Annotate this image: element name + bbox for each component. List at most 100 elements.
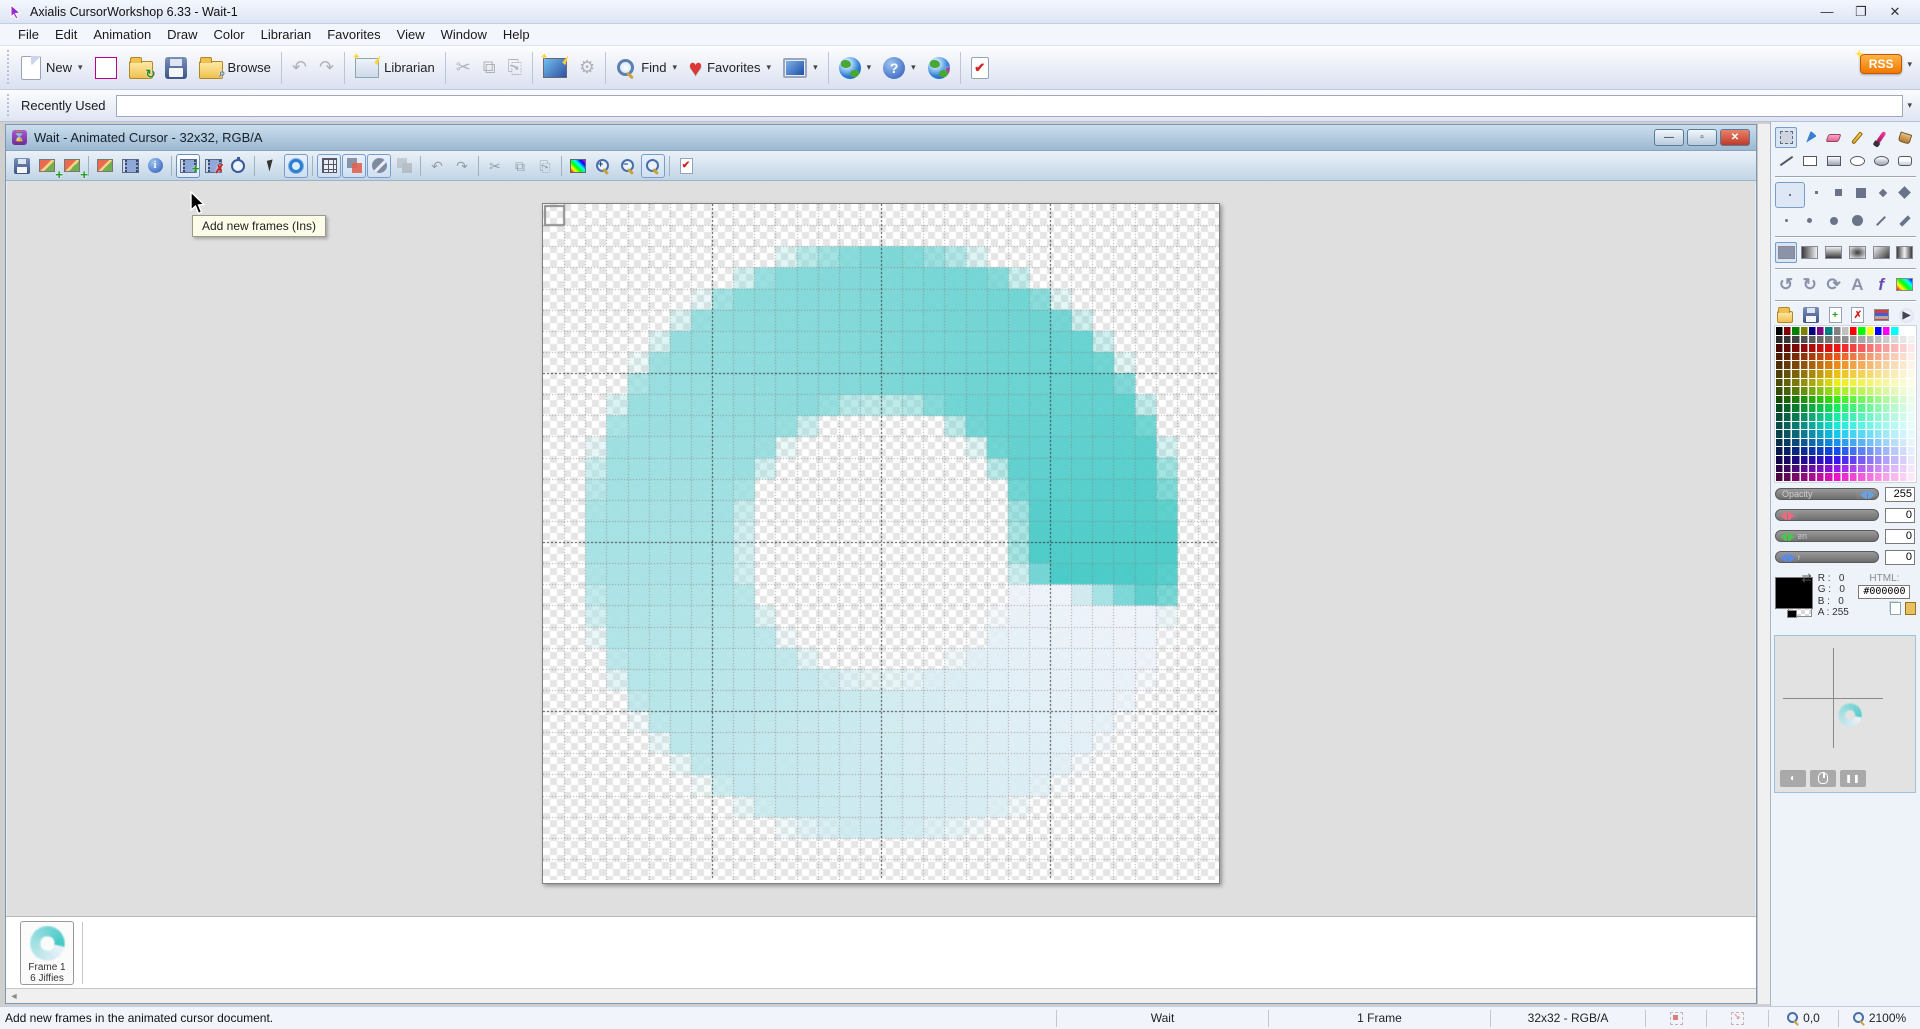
menu-item-color[interactable]: Color [206,25,253,44]
palette-swatch-6-7[interactable] [1834,387,1841,395]
fill-tool[interactable] [1894,127,1916,148]
zoom-in-button[interactable]: + [591,154,615,178]
palette-swatch-0-12[interactable] [1875,336,1882,344]
palette-swatch-7-11[interactable] [1867,396,1874,404]
palette-swatch-9-12[interactable] [1875,413,1882,421]
palette-swatch-15-2[interactable] [1792,465,1799,473]
palette-swatch-14-12[interactable] [1875,456,1882,464]
palette-swatch-5-3[interactable] [1801,379,1808,387]
download-button[interactable]: ⬇ [922,50,956,86]
palette-save-icon[interactable] [1803,307,1819,323]
palette-swatch-1-6[interactable] [1825,344,1832,352]
palette-swatch-8-3[interactable] [1801,404,1808,412]
palette-swatch-3-3[interactable] [1801,361,1808,369]
palette-swatch-1-2[interactable] [1792,344,1799,352]
palette-swatch-14-14[interactable] [1891,456,1898,464]
palette-swatch-15-1[interactable] [1784,465,1791,473]
doc-cut-button[interactable]: ✂ [483,154,507,178]
fill-solid[interactable] [1775,242,1797,263]
palette-swatch-9-0[interactable] [1776,413,1783,421]
palette-swatch-4-12[interactable] [1875,370,1882,378]
palette-swatch-2-15[interactable] [1900,353,1907,361]
palette-swatch-3-16[interactable] [1908,361,1915,369]
palette-swatch-10-11[interactable] [1867,422,1874,430]
palette-swatch-1-16[interactable] [1908,344,1915,352]
palette-swatch-4-15[interactable] [1900,370,1907,378]
palette-swatch-8-13[interactable] [1883,404,1890,412]
palette-swatch-8-2[interactable] [1792,404,1799,412]
palette-swatch-9-10[interactable] [1858,413,1865,421]
palette-swatch-11-13[interactable] [1883,430,1890,438]
palette-swatch-6-3[interactable] [1801,387,1808,395]
green-value[interactable] [1885,529,1915,544]
palette-swatch-0-6[interactable] [1825,336,1832,344]
palette-swatch-3-5[interactable] [1817,361,1824,369]
palette-swatch-1-14[interactable] [1891,344,1898,352]
palette-swatch-3-7[interactable] [1834,361,1841,369]
palette-swatch-16-6[interactable] [1825,473,1832,481]
palette-swatch-12-11[interactable] [1867,439,1874,447]
html-value-field[interactable] [1858,585,1910,599]
palette-swatch-4-13[interactable] [1883,370,1890,378]
palette-swatch-10-14[interactable] [1891,422,1898,430]
rotate-left-tool[interactable]: ↻ [1799,274,1821,295]
doc-close-button[interactable]: ✕ [1720,129,1750,146]
palette-swatch-15-11[interactable] [1867,465,1874,473]
palette-swatch-9-5[interactable] [1817,413,1824,421]
palette-swatch-13-15[interactable] [1900,447,1907,455]
palette-swatch-7-0[interactable] [1776,396,1783,404]
palette-swatch-1-10[interactable] [1858,344,1865,352]
properties-button[interactable]: i [143,154,167,178]
fill-gradient-v[interactable] [1823,242,1845,263]
palette-swatch-9-7[interactable] [1834,413,1841,421]
palette-swatch-14-5[interactable] [1817,456,1824,464]
palette-swatch-special-9[interactable] [1850,327,1857,335]
palette-swatch-special-14[interactable] [1891,327,1898,335]
palette-swatch-14-11[interactable] [1867,456,1874,464]
zoom-out-button[interactable]: − [616,154,640,178]
palette-swatch-2-1[interactable] [1784,353,1791,361]
palette-swatch-10-13[interactable] [1883,422,1890,430]
fill-gradient-h[interactable] [1799,242,1821,263]
palette-swatch-1-7[interactable] [1834,344,1841,352]
paste-color-icon[interactable] [1905,602,1916,615]
palette-swatch-3-2[interactable] [1792,361,1799,369]
palette-swatch-5-5[interactable] [1817,379,1824,387]
palette-swatch-13-4[interactable] [1809,447,1816,455]
palette-swatch-1-12[interactable] [1875,344,1882,352]
palette-swatch-8-11[interactable] [1867,404,1874,412]
palette-open-icon[interactable] [1777,311,1793,323]
fill-radial[interactable] [1846,242,1868,263]
palette-swatch-13-0[interactable] [1776,447,1783,455]
palette-swatch-16-2[interactable] [1792,473,1799,481]
palette-swatch-3-14[interactable] [1891,361,1898,369]
adjust-tool[interactable] [1894,274,1916,295]
palette-swatch-13-6[interactable] [1825,447,1832,455]
palette-swatch-6-10[interactable] [1858,387,1865,395]
palette-swatch-2-7[interactable] [1834,353,1841,361]
horizontal-scrollbar[interactable]: ◄ [6,988,1756,1003]
palette-swatch-7-3[interactable] [1801,396,1808,404]
palette-swatch-2-6[interactable] [1825,353,1832,361]
blue-handle[interactable] [1776,552,1798,563]
palette-swatch-6-6[interactable] [1825,387,1832,395]
palette-swatch-10-2[interactable] [1792,422,1799,430]
palette-swatch-9-9[interactable] [1850,413,1857,421]
size-square-3[interactable] [1850,182,1872,203]
palette-swatch-6-14[interactable] [1891,387,1898,395]
palette-swatch-12-9[interactable] [1850,439,1857,447]
palette-swatch-0-15[interactable] [1900,336,1907,344]
settings-button[interactable]: ⚙ [573,50,601,86]
palette-swatch-13-1[interactable] [1784,447,1791,455]
palette-swatch-0-13[interactable] [1883,336,1890,344]
recently-used-dropdown-arrow[interactable]: ▾ [1907,100,1912,111]
delete-frames-button[interactable]: ✗ [201,154,225,178]
palette-swatch-4-11[interactable] [1867,370,1874,378]
palette-swatch-14-9[interactable] [1850,456,1857,464]
palette-swatch-16-12[interactable] [1875,473,1882,481]
palette-swatch-6-5[interactable] [1817,387,1824,395]
menu-item-librarian[interactable]: Librarian [253,25,320,44]
restore-button[interactable]: ❐ [1844,3,1878,21]
palette-swatch-10-5[interactable] [1817,422,1824,430]
palette-swatch-6-13[interactable] [1883,387,1890,395]
